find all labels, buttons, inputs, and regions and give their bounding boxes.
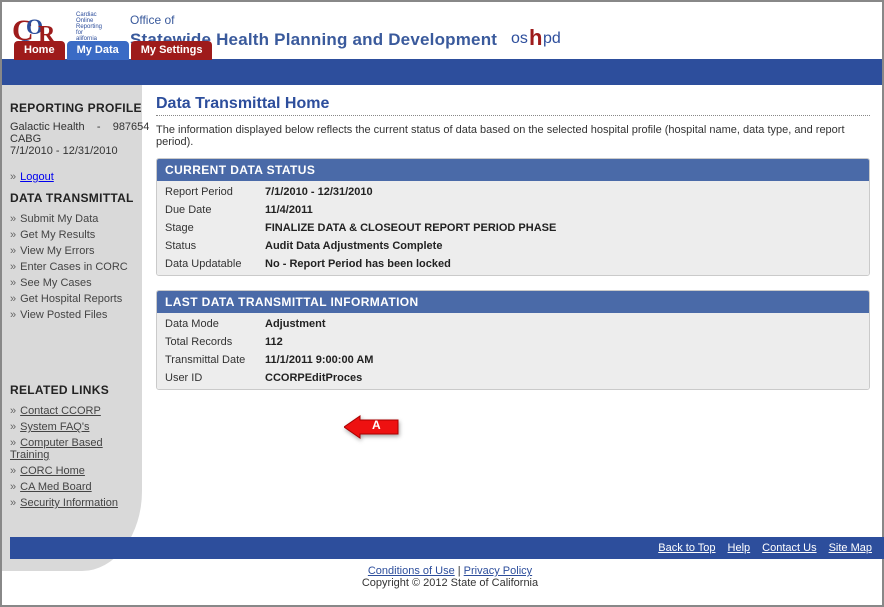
footer: Back to Top Help Contact Us Site Map Con…	[10, 537, 884, 599]
sidebar-link-see-my-cases[interactable]: See My Cases	[20, 277, 92, 289]
sidebar-link-system-faq[interactable]: System FAQ's	[20, 421, 89, 433]
tab-my-settings[interactable]: My Settings	[131, 41, 213, 60]
sidebar-link-view-my-errors[interactable]: View My Errors	[20, 245, 94, 257]
status-row-status: StatusAudit Data Adjustments Complete	[157, 237, 869, 255]
trans-row-total: Total Records112	[157, 333, 869, 351]
sidebar: REPORTING PROFILE Galactic Health - 9876…	[2, 85, 142, 571]
status-row-stage: StageFINALIZE DATA & CLOSEOUT REPORT PER…	[157, 219, 869, 237]
profile-type: CABG	[10, 133, 142, 145]
trans-row-mode: Data ModeAdjustment	[157, 315, 869, 333]
reporting-profile-heading: REPORTING PROFILE	[10, 101, 142, 115]
footer-sep: |	[455, 565, 464, 577]
logout-link[interactable]: Logout	[20, 171, 54, 183]
tab-my-data[interactable]: My Data	[67, 41, 129, 60]
office-of-label: Office of	[130, 13, 583, 27]
svg-text:h: h	[529, 27, 542, 49]
current-data-status-heading: CURRENT DATA STATUS	[157, 159, 869, 181]
sidebar-link-get-my-results[interactable]: Get My Results	[20, 229, 95, 241]
sidebar-link-ca-med-board[interactable]: CA Med Board	[20, 481, 92, 493]
footer-copyright: Copyright © 2012 State of California	[10, 577, 884, 589]
footer-link-site-map[interactable]: Site Map	[829, 542, 872, 554]
data-transmittal-heading: DATA TRANSMITTAL	[10, 191, 142, 205]
sidebar-link-contact-ccorp[interactable]: Contact CCORP	[20, 405, 101, 417]
data-transmittal-links: Submit My Data Get My Results View My Er…	[10, 211, 142, 323]
navbar: Home My Data My Settings	[2, 59, 882, 85]
sidebar-link-submit-my-data[interactable]: Submit My Data	[20, 213, 98, 225]
footer-link-conditions[interactable]: Conditions of Use	[368, 565, 455, 577]
callout-arrow-a: A	[344, 414, 400, 440]
svg-text:pd: pd	[543, 30, 561, 47]
footer-link-help[interactable]: Help	[728, 542, 751, 554]
tab-home[interactable]: Home	[14, 41, 65, 60]
footer-bar: Back to Top Help Contact Us Site Map	[10, 537, 884, 559]
related-links: Contact CCORP System FAQ's Computer Base…	[10, 403, 142, 511]
sidebar-link-get-hospital-reports[interactable]: Get Hospital Reports	[20, 293, 122, 305]
callout-label: A	[372, 418, 381, 432]
trans-row-date: Transmittal Date11/1/2011 9:00:00 AM	[157, 351, 869, 369]
oshpd-logo: os h pd	[511, 27, 583, 49]
sidebar-link-view-posted-files[interactable]: View Posted Files	[20, 309, 107, 321]
main-content: Data Transmittal Home The information di…	[142, 85, 882, 404]
status-row-due-date: Due Date11/4/2011	[157, 201, 869, 219]
current-data-status-panel: CURRENT DATA STATUS Report Period7/1/201…	[156, 158, 870, 276]
page-subtitle: The information displayed below reflects…	[156, 124, 870, 148]
sidebar-link-enter-cases[interactable]: Enter Cases in CORC	[20, 261, 128, 273]
profile-period: 7/1/2010 - 12/31/2010	[10, 145, 142, 157]
svg-text:os: os	[511, 30, 528, 47]
footer-link-back-to-top[interactable]: Back to Top	[658, 542, 715, 554]
related-links-heading: RELATED LINKS	[10, 383, 142, 397]
status-row-updatable: Data UpdatableNo - Report Period has bee…	[157, 255, 869, 273]
trans-row-userid: User IDCCORPEditProces	[157, 369, 869, 387]
logo-caption: Cardiac Online Reporting for alifornia	[76, 12, 102, 42]
sidebar-link-security-info[interactable]: Security Information	[20, 497, 118, 509]
sidebar-link-cbt[interactable]: Computer Based Training	[10, 437, 103, 461]
last-transmittal-heading: LAST DATA TRANSMITTAL INFORMATION	[157, 291, 869, 313]
footer-link-contact-us[interactable]: Contact Us	[762, 542, 816, 554]
last-transmittal-panel: LAST DATA TRANSMITTAL INFORMATION Data M…	[156, 290, 870, 390]
sidebar-link-corc-home[interactable]: CORC Home	[20, 465, 85, 477]
status-row-report-period: Report Period7/1/2010 - 12/31/2010	[157, 183, 869, 201]
page-title: Data Transmittal Home	[156, 95, 870, 116]
profile-org: Galactic Health - 987654	[10, 121, 142, 133]
footer-link-privacy[interactable]: Privacy Policy	[464, 565, 532, 577]
